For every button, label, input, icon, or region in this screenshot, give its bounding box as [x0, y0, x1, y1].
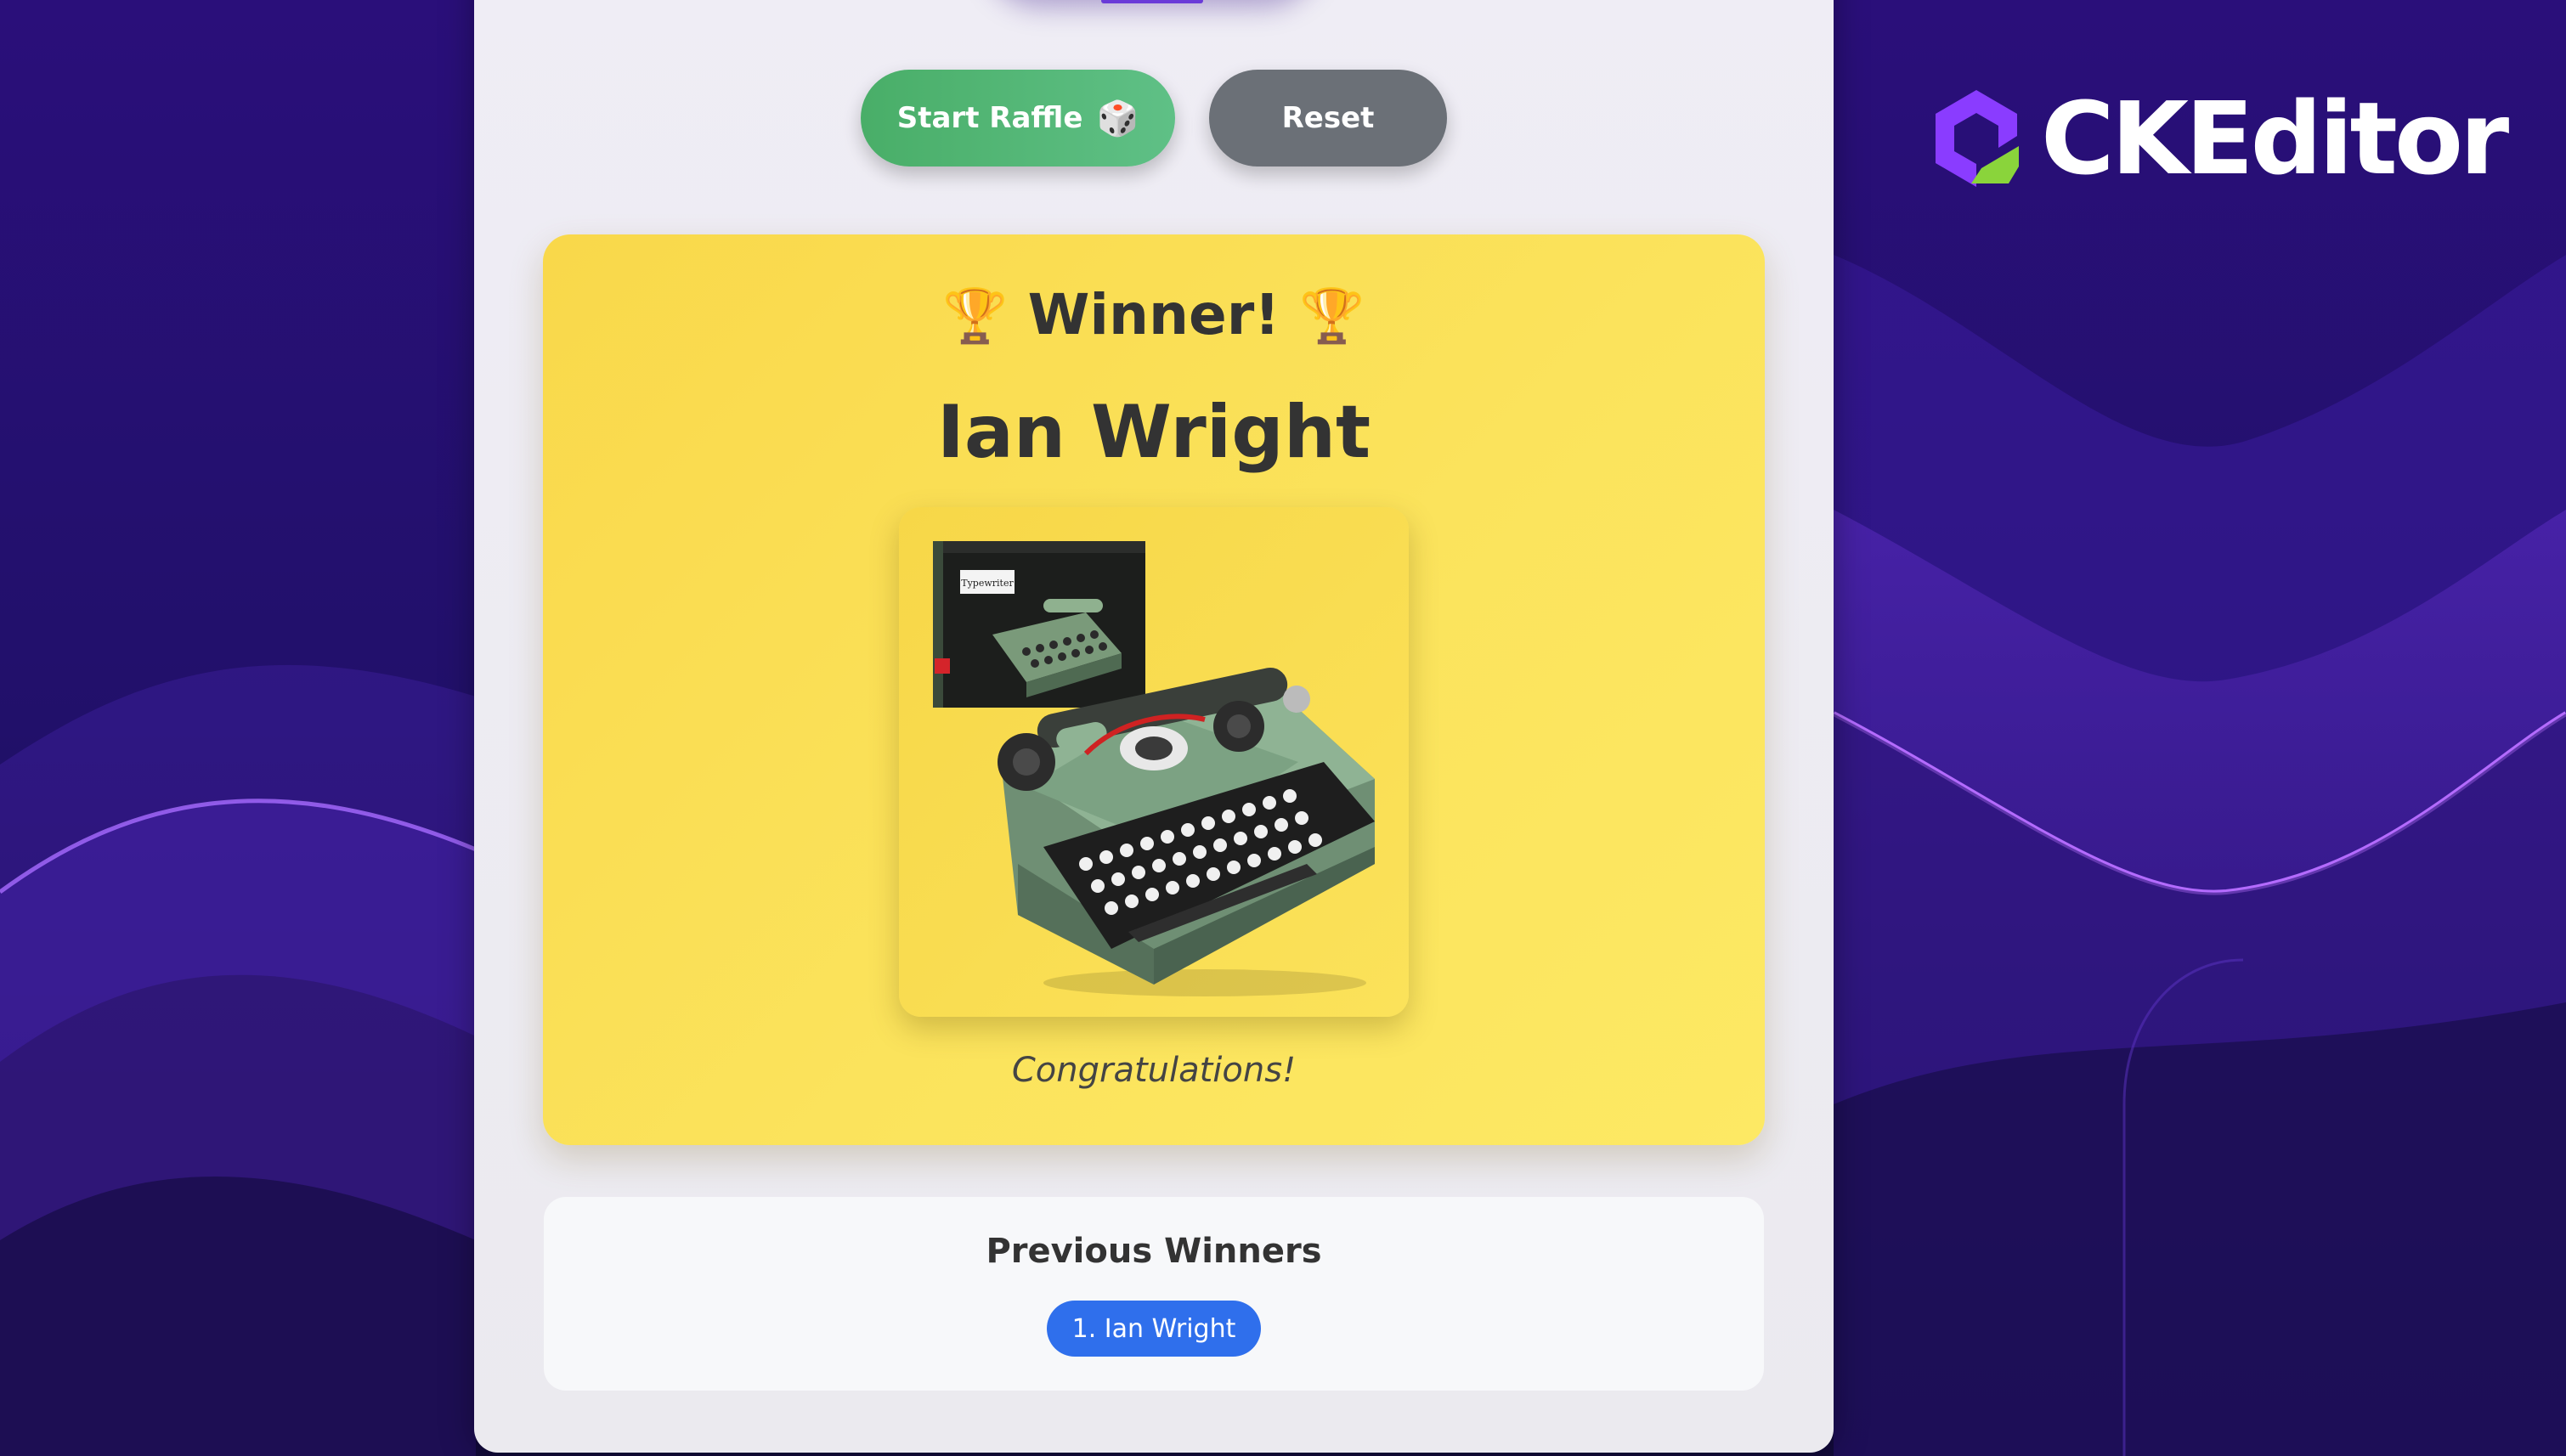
reset-label: Reset: [1281, 101, 1375, 135]
reset-button[interactable]: Reset: [1209, 70, 1447, 166]
start-raffle-label: Start Raffle: [896, 101, 1083, 135]
previous-winners-title: Previous Winners: [986, 1232, 1322, 1271]
trophy-icon: 🏆: [1299, 285, 1365, 347]
prize-box-label: Typewriter: [961, 578, 1014, 589]
previous-winner-chip: 1. Ian Wright: [1046, 1301, 1262, 1357]
congratulations-message: Congratulations!: [1011, 1051, 1297, 1090]
trophy-icon: 🏆: [942, 285, 1009, 347]
ckeditor-logo-icon: [1936, 90, 2019, 187]
winner-name: Ian Wright: [936, 390, 1371, 475]
winner-heading: 🏆 Winner! 🏆: [543, 287, 1765, 343]
ckeditor-wordmark: CKEditor: [2041, 80, 2509, 197]
prize-box: Typewriter: [933, 541, 1145, 708]
winner-heading-text: Winner!: [1027, 282, 1280, 347]
start-raffle-button[interactable]: Start Raffle 🎲: [861, 70, 1175, 166]
winner-card: 🏆 Winner! 🏆 Ian Wright Typewriter Congra…: [543, 234, 1765, 1145]
dice-icon: 🎲: [1096, 99, 1139, 138]
typewriter-prize-image: Typewriter: [899, 507, 1409, 1017]
previous-winners-list: 1. Ian Wright: [544, 1301, 1764, 1357]
typewriter: [998, 667, 1375, 996]
ckeditor-logo: CKEditor: [1925, 80, 2509, 197]
previous-winners-card: Previous Winners 1. Ian Wright: [544, 1197, 1764, 1391]
